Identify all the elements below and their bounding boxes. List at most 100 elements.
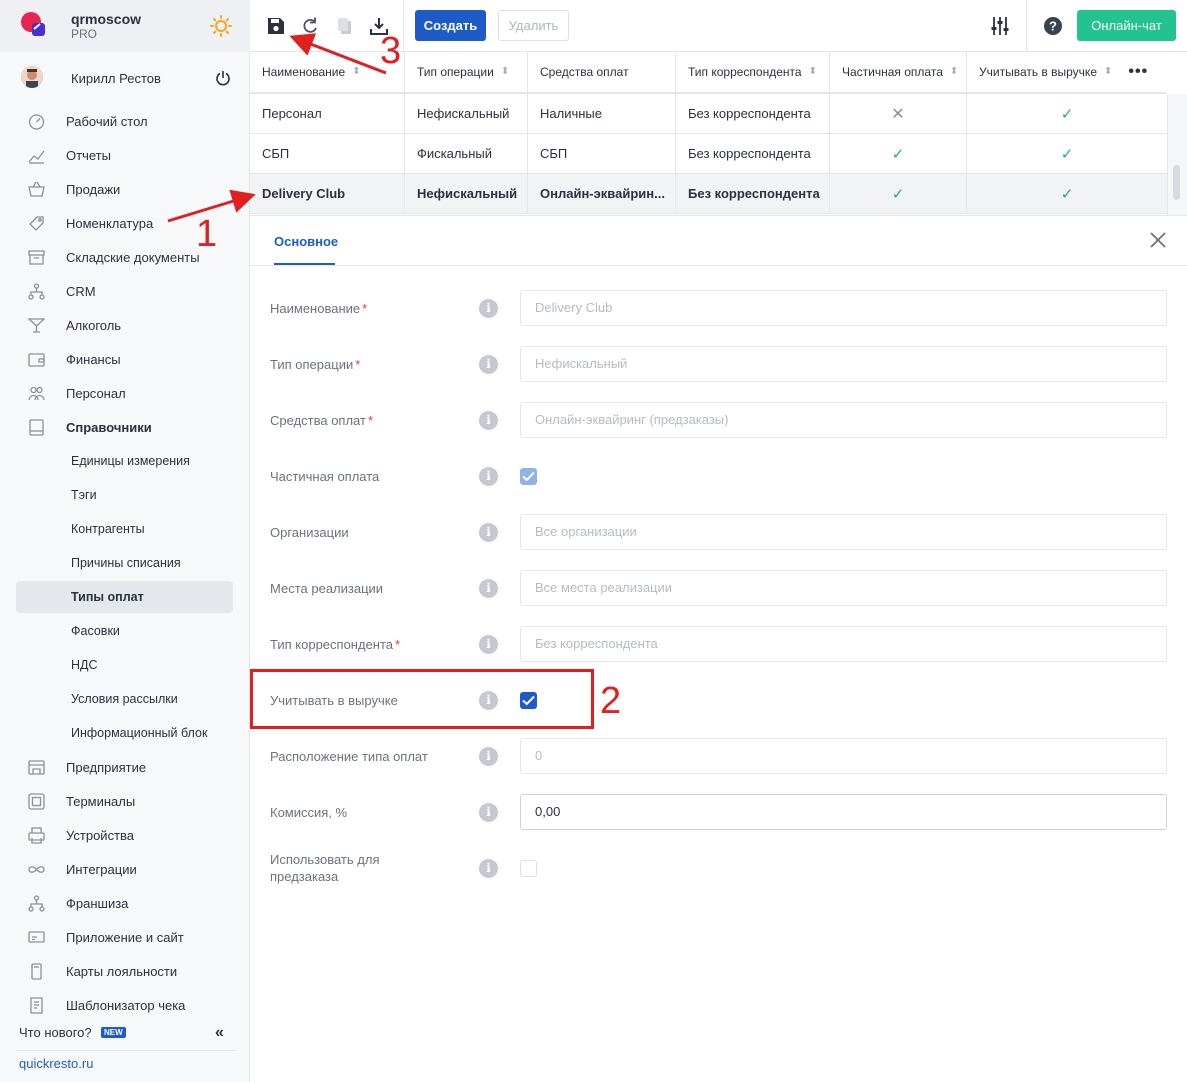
form-row: Места реализации i Все места реализации — [250, 570, 1187, 606]
table-row[interactable]: СБП Фискальный СБП Без корреспондента ✓ ✓ — [250, 134, 1167, 174]
text-field[interactable]: 0,00 — [520, 794, 1167, 830]
field-label: Места реализации — [270, 581, 384, 596]
power-icon[interactable] — [215, 70, 231, 86]
sidebar-item-label: Складские документы — [66, 250, 200, 265]
sidebar-subitem[interactable]: Тэги — [16, 479, 233, 511]
sidebar-item[interactable]: Франшиза — [16, 887, 233, 919]
text-field[interactable]: Все места реализации — [520, 570, 1167, 606]
form-row: Организации i Все организации — [250, 514, 1187, 550]
sidebar-item[interactable]: Карты лояльности — [16, 955, 233, 987]
info-icon[interactable]: i — [479, 355, 498, 374]
column-header-correspondent[interactable]: Тип корреспондента ⬍ — [676, 52, 830, 92]
info-icon[interactable]: i — [479, 747, 498, 766]
text-field[interactable]: Нефискальный — [520, 346, 1167, 382]
sidebar-subitem[interactable]: Причины списания — [16, 547, 233, 579]
create-button[interactable]: Создать — [415, 10, 486, 41]
sort-icon[interactable]: ⬍ — [950, 67, 958, 77]
annotation-highlight-box — [250, 669, 594, 729]
sidebar-item[interactable]: Продажи — [16, 173, 233, 205]
field-label: Комиссия, % — [270, 805, 348, 820]
sort-icon[interactable]: ⬍ — [809, 67, 817, 77]
info-icon[interactable]: i — [479, 411, 498, 430]
column-header-operation[interactable]: Тип операции ⬍ — [405, 52, 528, 92]
sidebar-item-label: Справочники — [66, 420, 152, 435]
more-options-icon[interactable]: ••• — [1128, 63, 1148, 81]
form-row: Наименование * i Delivery Club — [250, 290, 1187, 326]
sidebar-item[interactable]: Устройства — [16, 819, 233, 851]
table-cell: Нефискальный — [405, 94, 528, 133]
info-icon[interactable]: i — [479, 467, 498, 486]
close-icon[interactable] — [1148, 230, 1168, 250]
refresh-icon[interactable] — [300, 16, 320, 36]
sidebar-item[interactable]: CRM — [16, 275, 233, 307]
sidebar-subitem[interactable]: НДС — [16, 649, 233, 681]
user-row[interactable]: Кирилл Рестов — [0, 52, 250, 104]
table-row[interactable]: Персонал Нефискальный Наличные Без корреспо… — [250, 94, 1167, 134]
save-icon[interactable] — [266, 16, 286, 36]
column-header-means[interactable]: Средства оплат — [528, 52, 676, 92]
sidebar-item[interactable]: Приложение и сайт — [16, 921, 233, 953]
cocktail-icon — [28, 318, 45, 333]
theme-sun-icon[interactable] — [210, 15, 232, 37]
collapse-sidebar-icon[interactable]: « — [215, 1024, 224, 1042]
text-field[interactable]: Без корреспондента — [520, 626, 1167, 662]
sidebar-subitem[interactable]: Единицы измерения — [16, 445, 233, 477]
whats-new-link[interactable]: Что нового? — [19, 1025, 92, 1040]
help-icon[interactable]: ? — [1043, 16, 1063, 36]
sidebar-subitem[interactable]: Фасовки — [16, 615, 233, 647]
text-field[interactable]: 0 — [520, 738, 1167, 774]
table-row[interactable]: Delivery Club Нефискальный Онлайн-эквайрин… — [250, 174, 1167, 214]
sort-icon[interactable]: ⬍ — [1104, 67, 1112, 77]
required-mark: * — [367, 413, 374, 428]
sidebar-item[interactable]: Предприятие — [16, 751, 233, 783]
card-icon — [31, 963, 42, 980]
field-label: Средства оплат * — [270, 413, 374, 428]
delete-button[interactable]: Удалить — [498, 10, 569, 41]
sidebar-item[interactable]: Шаблонизатор чека — [16, 989, 233, 1021]
sidebar-item[interactable]: Справочники — [16, 411, 233, 443]
sidebar-subitem[interactable]: Типы оплат — [16, 581, 233, 613]
sidebar-subitem[interactable]: Контрагенты — [16, 513, 233, 545]
info-icon[interactable]: i — [479, 803, 498, 822]
sidebar-item[interactable]: Интеграции — [16, 853, 233, 885]
text-field[interactable]: Все организации — [520, 514, 1167, 550]
checkbox[interactable] — [520, 860, 537, 877]
info-icon[interactable]: i — [479, 523, 498, 542]
logo-icon — [21, 12, 45, 36]
sort-icon[interactable]: ⬍ — [501, 67, 509, 77]
chart-icon — [28, 150, 45, 164]
brand-header[interactable]: qrmoscow PRO — [0, 0, 250, 52]
sidebar-item-label: Шаблонизатор чека — [66, 998, 186, 1013]
checkbox[interactable] — [520, 468, 537, 485]
column-header-revenue[interactable]: Учитывать в выручке ⬍ ••• — [967, 52, 1167, 92]
sidebar-item[interactable]: Алкоголь — [16, 309, 233, 341]
sidebar-item[interactable]: Финансы — [16, 343, 233, 375]
sidebar-item-label: Рабочий стол — [66, 114, 148, 129]
table-cell: Нефискальный — [405, 174, 528, 213]
sort-icon[interactable]: ⬍ — [352, 67, 360, 77]
sidebar-item[interactable]: Рабочий стол — [16, 105, 233, 137]
info-icon[interactable]: i — [479, 579, 498, 598]
scrollbar-thumb[interactable] — [1173, 165, 1180, 200]
info-icon[interactable]: i — [479, 635, 498, 654]
sidebar-subitem[interactable]: Условия рассылки — [16, 683, 233, 715]
table-cell: ✓ — [830, 174, 967, 213]
sidebar-subitem-label: Информационный блок — [71, 726, 208, 740]
sidebar-subitem[interactable]: Информационный блок — [16, 717, 233, 749]
online-chat-button[interactable]: Онлайн-чат — [1077, 10, 1176, 41]
column-header-partial[interactable]: Частичная оплата ⬍ — [830, 52, 967, 92]
text-field[interactable]: Delivery Club — [520, 290, 1167, 326]
sidebar-item[interactable]: Отчеты — [16, 139, 233, 171]
dashboard-icon — [28, 114, 45, 130]
site-link[interactable]: quickresto.ru — [19, 1056, 93, 1071]
info-icon[interactable]: i — [479, 859, 498, 878]
text-field[interactable]: Онлайн-эквайринг (предзаказы) — [520, 402, 1167, 438]
settings-sliders-icon[interactable] — [990, 16, 1010, 36]
copy-icon[interactable] — [335, 16, 355, 36]
table-cell: Наличные — [528, 94, 676, 133]
info-icon[interactable]: i — [479, 299, 498, 318]
tab-main[interactable]: Основное — [274, 234, 338, 249]
sidebar-item[interactable]: Терминалы — [16, 785, 233, 817]
required-mark: * — [362, 301, 368, 316]
sidebar-item[interactable]: Персонал — [16, 377, 233, 409]
